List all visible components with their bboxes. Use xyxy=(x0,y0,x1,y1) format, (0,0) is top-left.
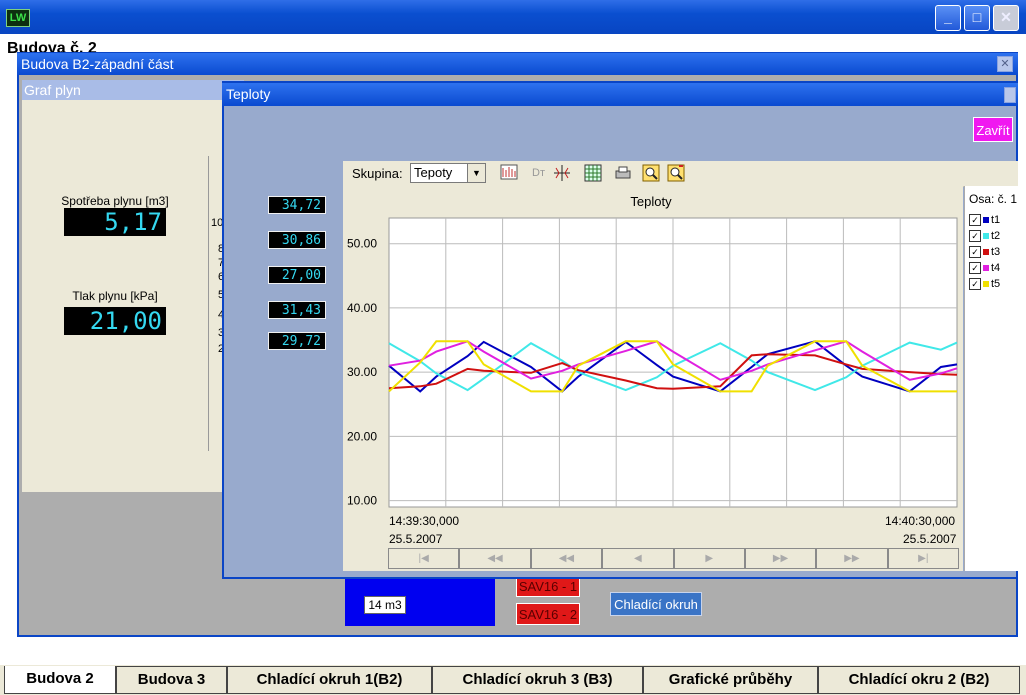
legend-item-t1[interactable]: ✓ t1 xyxy=(969,212,1000,228)
tab-budova-3[interactable]: Budova 3 xyxy=(116,666,227,694)
chart-title: Teploty xyxy=(630,194,672,209)
legend-label: t1 xyxy=(991,214,1001,226)
legend-swatch xyxy=(983,217,989,223)
legend-item-t2[interactable]: ✓ t2 xyxy=(969,228,1000,244)
x-end-time: 14:40:30,000 xyxy=(885,514,956,528)
nav-page-forward-button[interactable]: ▶▶ xyxy=(744,548,817,569)
legend-title: Osa: č. 1 xyxy=(969,192,1018,206)
zoom-in-icon[interactable] xyxy=(641,164,660,183)
gas-pressure-label: Tlak plynu [kPa] xyxy=(72,289,158,303)
grid-icon[interactable] xyxy=(583,164,602,183)
nav-first-button[interactable]: |◀ xyxy=(388,548,460,569)
close-button[interactable]: ✕ xyxy=(993,5,1019,31)
maximize-button[interactable]: □ xyxy=(964,5,990,31)
y-tick-label: 30.00 xyxy=(347,365,377,379)
zoom-out-icon[interactable] xyxy=(666,164,685,183)
legend-label: t4 xyxy=(991,262,1001,274)
y-tick-label: 10.00 xyxy=(347,494,377,508)
legend-label: t2 xyxy=(991,230,1001,242)
readout-t1: 34,72 xyxy=(268,196,326,214)
app-icon: LW xyxy=(6,9,30,27)
window-teploty-title: Teploty xyxy=(222,83,1018,106)
gas-consumption-value: 5,17 xyxy=(64,208,166,236)
gas-pressure-value: 21,00 xyxy=(64,307,166,335)
legend-label: t5 xyxy=(991,278,1001,290)
x-start-date: 25.5.2007 xyxy=(389,532,443,546)
legend-swatch xyxy=(983,249,989,255)
checkbox-icon[interactable]: ✓ xyxy=(969,262,981,274)
readout-t3: 27,00 xyxy=(268,266,326,284)
gas-meter-label: 14 m3 xyxy=(364,596,406,614)
legend-swatch xyxy=(983,265,989,271)
gas-consumption-label: Spotřeba plynu [m3] xyxy=(61,194,169,208)
chevron-down-icon[interactable]: ▼ xyxy=(467,164,485,182)
legend-label: t3 xyxy=(991,246,1001,258)
bottom-tab-bar: Budova 2 Budova 3 Chladící okruh 1(B2) C… xyxy=(0,665,1026,695)
print-icon[interactable] xyxy=(613,164,632,183)
window-teploty-close-button[interactable] xyxy=(1004,87,1016,103)
checkbox-icon[interactable]: ✓ xyxy=(969,246,981,258)
checkbox-icon[interactable]: ✓ xyxy=(969,278,981,290)
gas-panel-title: Graf plyn xyxy=(22,80,244,100)
nav-last-button[interactable]: ▶| xyxy=(887,548,959,569)
readout-t5: 29,72 xyxy=(268,332,326,350)
legend-swatch xyxy=(983,233,989,239)
legend-item-t3[interactable]: ✓ t3 xyxy=(969,244,1000,260)
x-end-date: 25.5.2007 xyxy=(903,532,957,546)
main-titlebar xyxy=(0,0,1026,34)
nav-fast-back-button[interactable]: ◀◀ xyxy=(459,548,531,569)
group-label: Skupina: xyxy=(352,166,403,181)
chart-navigation: |◀ ◀◀ ◀◀ ◀ ▶ ▶▶ ▶▶ ▶| xyxy=(388,548,959,569)
group-select[interactable]: Tepoty ▼ xyxy=(410,163,486,183)
checkbox-icon[interactable]: ✓ xyxy=(969,230,981,242)
cursor-icon[interactable] xyxy=(552,164,571,183)
gas-chart-edge xyxy=(208,156,223,451)
sav16-2-button[interactable]: SAV16 - 2 xyxy=(516,603,580,625)
dt-icon[interactable]: Dᴛ xyxy=(529,164,548,183)
tab-budova-2[interactable]: Budova 2 xyxy=(4,666,116,694)
close-window-button[interactable]: Zavřít xyxy=(973,117,1013,142)
legend-item-t5[interactable]: ✓ t5 xyxy=(969,276,1000,292)
chart-toolbar: Skupina: Tepoty ▼ Dᴛ xyxy=(343,161,1018,187)
minimize-button[interactable]: _ xyxy=(935,5,961,31)
chart-legend: Osa: č. 1 ✓ t1 ✓ t2 ✓ t3 ✓ t4 ✓ t5 xyxy=(964,186,1018,571)
legend-item-t4[interactable]: ✓ t4 xyxy=(969,260,1000,276)
nav-back-button[interactable]: ◀ xyxy=(602,548,674,569)
group-select-value: Tepoty xyxy=(414,165,453,180)
window-b2-title: Budova B2-západní část xyxy=(17,53,1018,75)
readout-t2: 30,86 xyxy=(268,231,326,249)
checkbox-icon[interactable]: ✓ xyxy=(969,214,981,226)
nav-forward-button[interactable]: ▶ xyxy=(673,548,745,569)
tab-cooling-circuit-3[interactable]: Chladící okruh 3 (B3) xyxy=(432,666,643,694)
tab-cooling-circuit-2[interactable]: Chladící okru 2 (B2) xyxy=(818,666,1020,694)
x-start-time: 14:39:30,000 xyxy=(389,514,460,528)
y-tick-label: 20.00 xyxy=(347,429,377,443)
nav-page-back-button[interactable]: ◀◀ xyxy=(530,548,603,569)
y-tick-label: 40.00 xyxy=(347,301,377,315)
tab-cooling-circuit-1[interactable]: Chladící okruh 1(B2) xyxy=(227,666,432,694)
readout-t4: 31,43 xyxy=(268,301,326,319)
chart-icon[interactable] xyxy=(499,164,518,183)
nav-fast-forward-button[interactable]: ▶▶ xyxy=(816,548,888,569)
legend-swatch xyxy=(983,281,989,287)
tab-graphs[interactable]: Grafické průběhy xyxy=(643,666,818,694)
y-tick-label: 50.00 xyxy=(347,237,377,251)
window-b2-close-button[interactable]: ✕ xyxy=(997,56,1013,72)
cooling-circuit-button[interactable]: Chladící okruh xyxy=(610,592,702,616)
